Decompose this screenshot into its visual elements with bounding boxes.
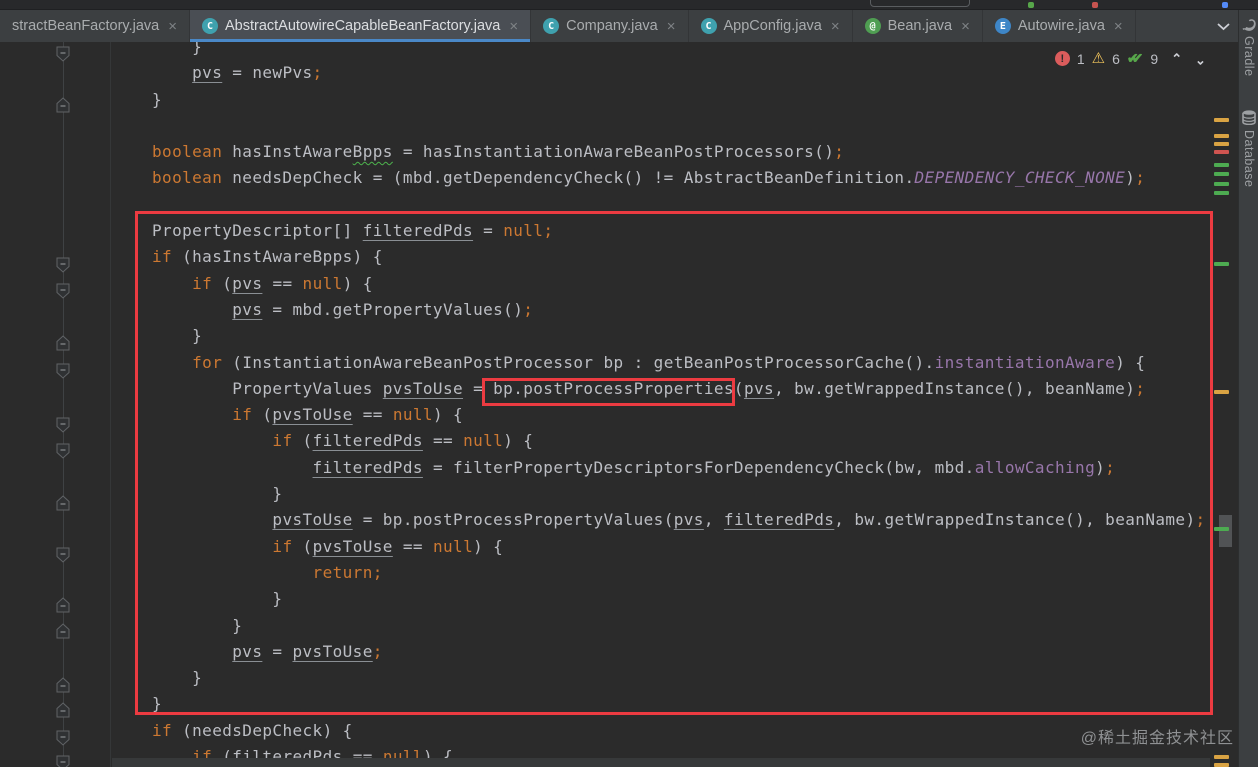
stripe-mark[interactable] <box>1214 390 1229 394</box>
tab-autowire-java[interactable]: E Autowire.java × <box>983 10 1136 42</box>
enum-icon: E <box>994 18 1011 34</box>
stripe-mark[interactable] <box>1214 134 1229 138</box>
tab-label: AppConfig.java <box>723 18 822 34</box>
database-label: Database <box>1242 130 1256 188</box>
close-tab-icon[interactable]: × <box>831 18 840 35</box>
stripe-mark[interactable] <box>1214 150 1229 154</box>
fold-down-icon[interactable] <box>56 547 70 563</box>
fold-down-icon[interactable] <box>56 257 70 273</box>
passed-check-icon: ✔✔ <box>1126 50 1144 66</box>
tab-appconfig-java[interactable]: C AppConfig.java × <box>689 10 853 42</box>
gutter-separator <box>110 42 111 767</box>
warning-count: 6 <box>1112 50 1120 67</box>
fold-up-icon[interactable] <box>56 677 70 693</box>
editor-area: } pvs = newPvs;} boolean hasInstAwareBpp… <box>0 42 1238 767</box>
fold-down-icon[interactable] <box>56 46 70 62</box>
fold-up-icon[interactable] <box>56 623 70 639</box>
stripe-mark[interactable] <box>1214 755 1229 759</box>
tab-label: Autowire.java <box>1017 18 1105 34</box>
error-count: 1 <box>1076 50 1085 67</box>
stripe-mark[interactable] <box>1214 527 1229 531</box>
tab-company-java[interactable]: C Company.java × <box>531 10 689 42</box>
stripe-mark[interactable] <box>1214 163 1229 167</box>
fold-down-icon[interactable] <box>56 283 70 299</box>
tab-abstractautowirecapablebeanfactory-java[interactable]: C AbstractAutowireCapableBeanFactory.java… <box>189 10 532 42</box>
run-icon[interactable] <box>1028 2 1034 8</box>
toolwindow-database[interactable]: Database <box>1239 110 1258 188</box>
stripe-mark[interactable] <box>1214 172 1229 176</box>
gutter-fold-line <box>63 42 64 767</box>
tab-label: Bean.java <box>887 18 953 34</box>
tab-bar-right-controls <box>1217 10 1230 42</box>
stripe-mark[interactable] <box>1214 191 1229 195</box>
annotation-box-large <box>135 211 1213 715</box>
inspections-widget[interactable]: ! 1 ⚠ 6 ✔✔ 9 ⌃ ⌃ <box>1054 50 1206 67</box>
code-line: if (needsDepCheck) { <box>152 720 353 740</box>
debug-icon[interactable] <box>1092 2 1098 8</box>
warning-icon: ⚠ <box>1091 50 1106 67</box>
fold-up-icon[interactable] <box>56 597 70 613</box>
ai-assistant-icon[interactable] <box>1222 2 1228 8</box>
close-tab-icon[interactable]: × <box>1114 18 1123 35</box>
fold-up-icon[interactable] <box>56 702 70 718</box>
fold-down-icon[interactable] <box>56 417 70 433</box>
class-icon: C <box>201 18 218 34</box>
tab-bean-java[interactable]: @ Bean.java × <box>853 10 983 42</box>
toolwindow-gradle[interactable]: Gradle <box>1239 18 1258 77</box>
passed-count: 9 <box>1150 50 1159 67</box>
fold-up-icon[interactable] <box>56 97 70 113</box>
horizontal-scrollbar[interactable] <box>112 758 1210 767</box>
stripe-mark[interactable] <box>1214 182 1229 186</box>
close-tab-icon[interactable]: × <box>509 18 518 35</box>
hidden-tabs-chevron-icon[interactable] <box>1217 22 1230 31</box>
close-tab-icon[interactable]: × <box>961 18 970 35</box>
annotation-icon: @ <box>864 18 881 34</box>
stripe-mark[interactable] <box>1214 142 1229 146</box>
tab-label: AbstractAutowireCapableBeanFactory.java <box>224 18 501 34</box>
prev-problem-chevron-icon[interactable]: ⌃ <box>1171 51 1182 67</box>
database-icon <box>1242 110 1256 125</box>
stripe-mark[interactable] <box>1214 118 1229 122</box>
fold-up-icon[interactable] <box>56 495 70 511</box>
stripe-mark[interactable] <box>1214 262 1229 266</box>
watermark: @稀土掘金技术社区 <box>1080 730 1234 747</box>
code-line: boolean hasInstAwareBpps = hasInstantiat… <box>152 142 845 162</box>
right-toolwindow-bar: Gradle Database <box>1238 10 1258 767</box>
run-configuration-combo[interactable] <box>870 0 970 7</box>
next-problem-chevron-icon[interactable]: ⌃ <box>1195 51 1206 67</box>
tab-stractbeanfactory-java[interactable]: stractBeanFactory.java × <box>0 10 190 42</box>
fold-down-icon[interactable] <box>56 755 70 767</box>
main-toolbar-strip <box>0 0 1258 10</box>
code-line: pvs = newPvs; <box>192 63 323 83</box>
close-tab-icon[interactable]: × <box>667 18 676 35</box>
tab-label: Company.java <box>566 18 658 34</box>
code-line: } <box>152 89 163 109</box>
annotation-box-postprocessproperties <box>482 378 735 406</box>
editor-tab-bar: stractBeanFactory.java × C AbstractAutowire… <box>0 10 1258 42</box>
fold-up-icon[interactable] <box>56 335 70 351</box>
code-line: } <box>152 42 203 56</box>
class-icon: C <box>543 18 560 34</box>
tab-label: stractBeanFactory.java <box>12 18 160 34</box>
close-tab-icon[interactable]: × <box>168 18 177 35</box>
error-icon: ! <box>1054 51 1070 66</box>
fold-down-icon[interactable] <box>56 443 70 459</box>
gradle-label: Gradle <box>1242 36 1256 77</box>
ide-window: stractBeanFactory.java × C AbstractAutowire… <box>0 0 1258 767</box>
fold-down-icon[interactable] <box>56 363 70 379</box>
class-icon: C <box>700 18 717 34</box>
code-line: boolean needsDepCheck = (mbd.getDependen… <box>152 168 1146 188</box>
vertical-scrollbar-thumb[interactable] <box>1219 515 1232 547</box>
gradle-elephant-icon <box>1242 19 1256 31</box>
stripe-mark[interactable] <box>1214 763 1229 767</box>
fold-down-icon[interactable] <box>56 730 70 746</box>
